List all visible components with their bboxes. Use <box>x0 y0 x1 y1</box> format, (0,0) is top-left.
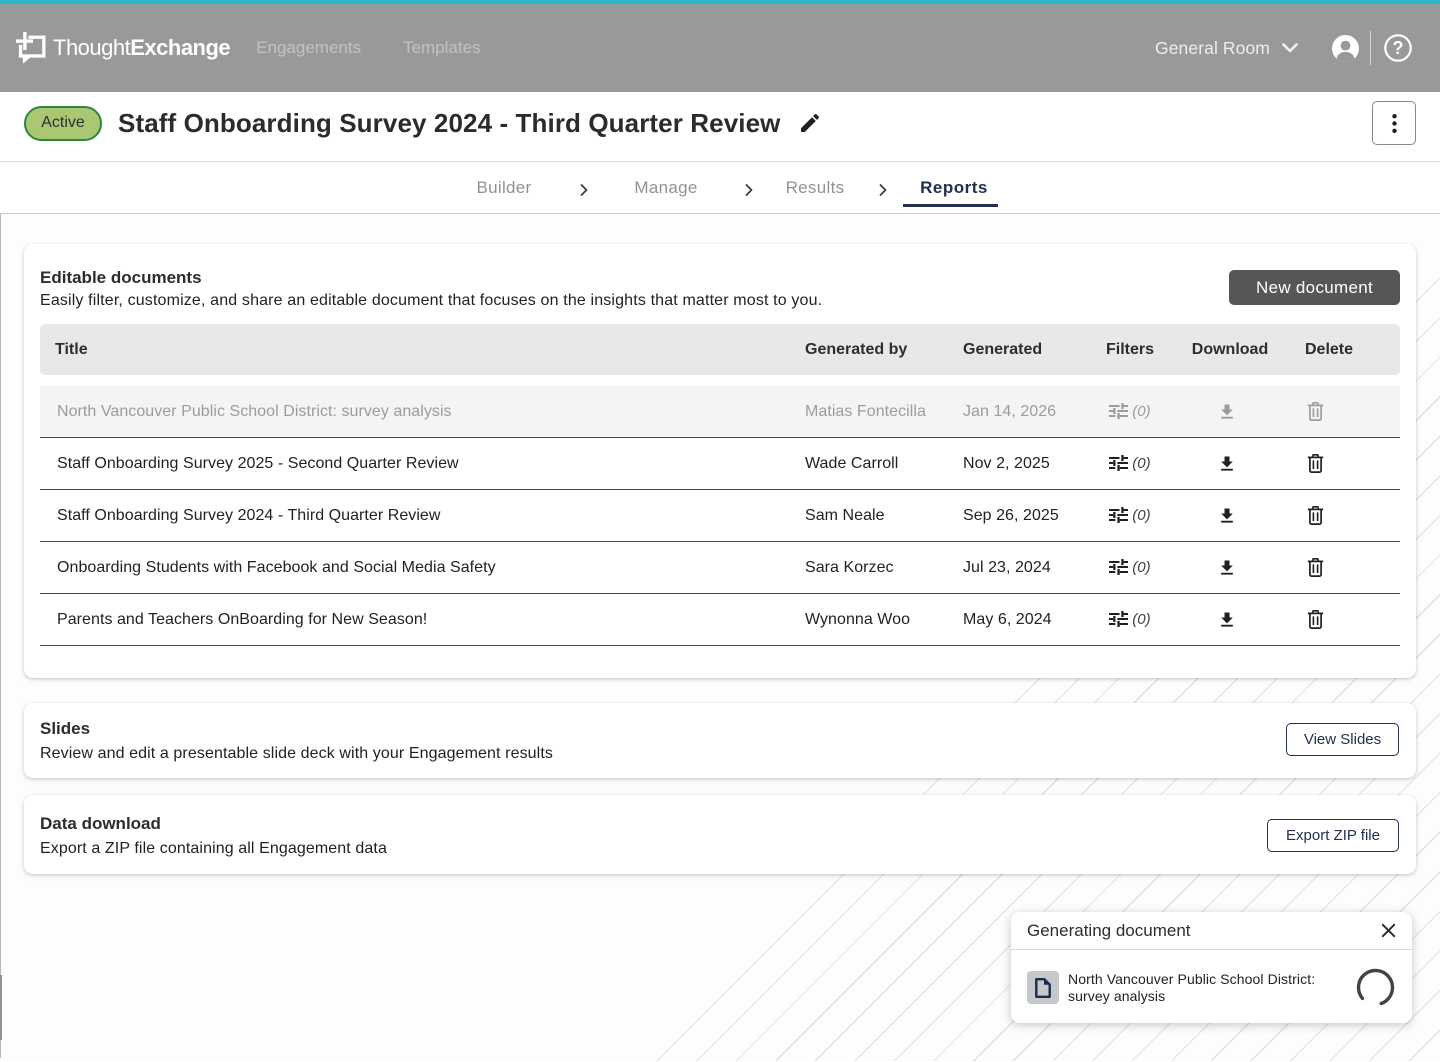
svg-text:?: ? <box>1393 38 1404 58</box>
